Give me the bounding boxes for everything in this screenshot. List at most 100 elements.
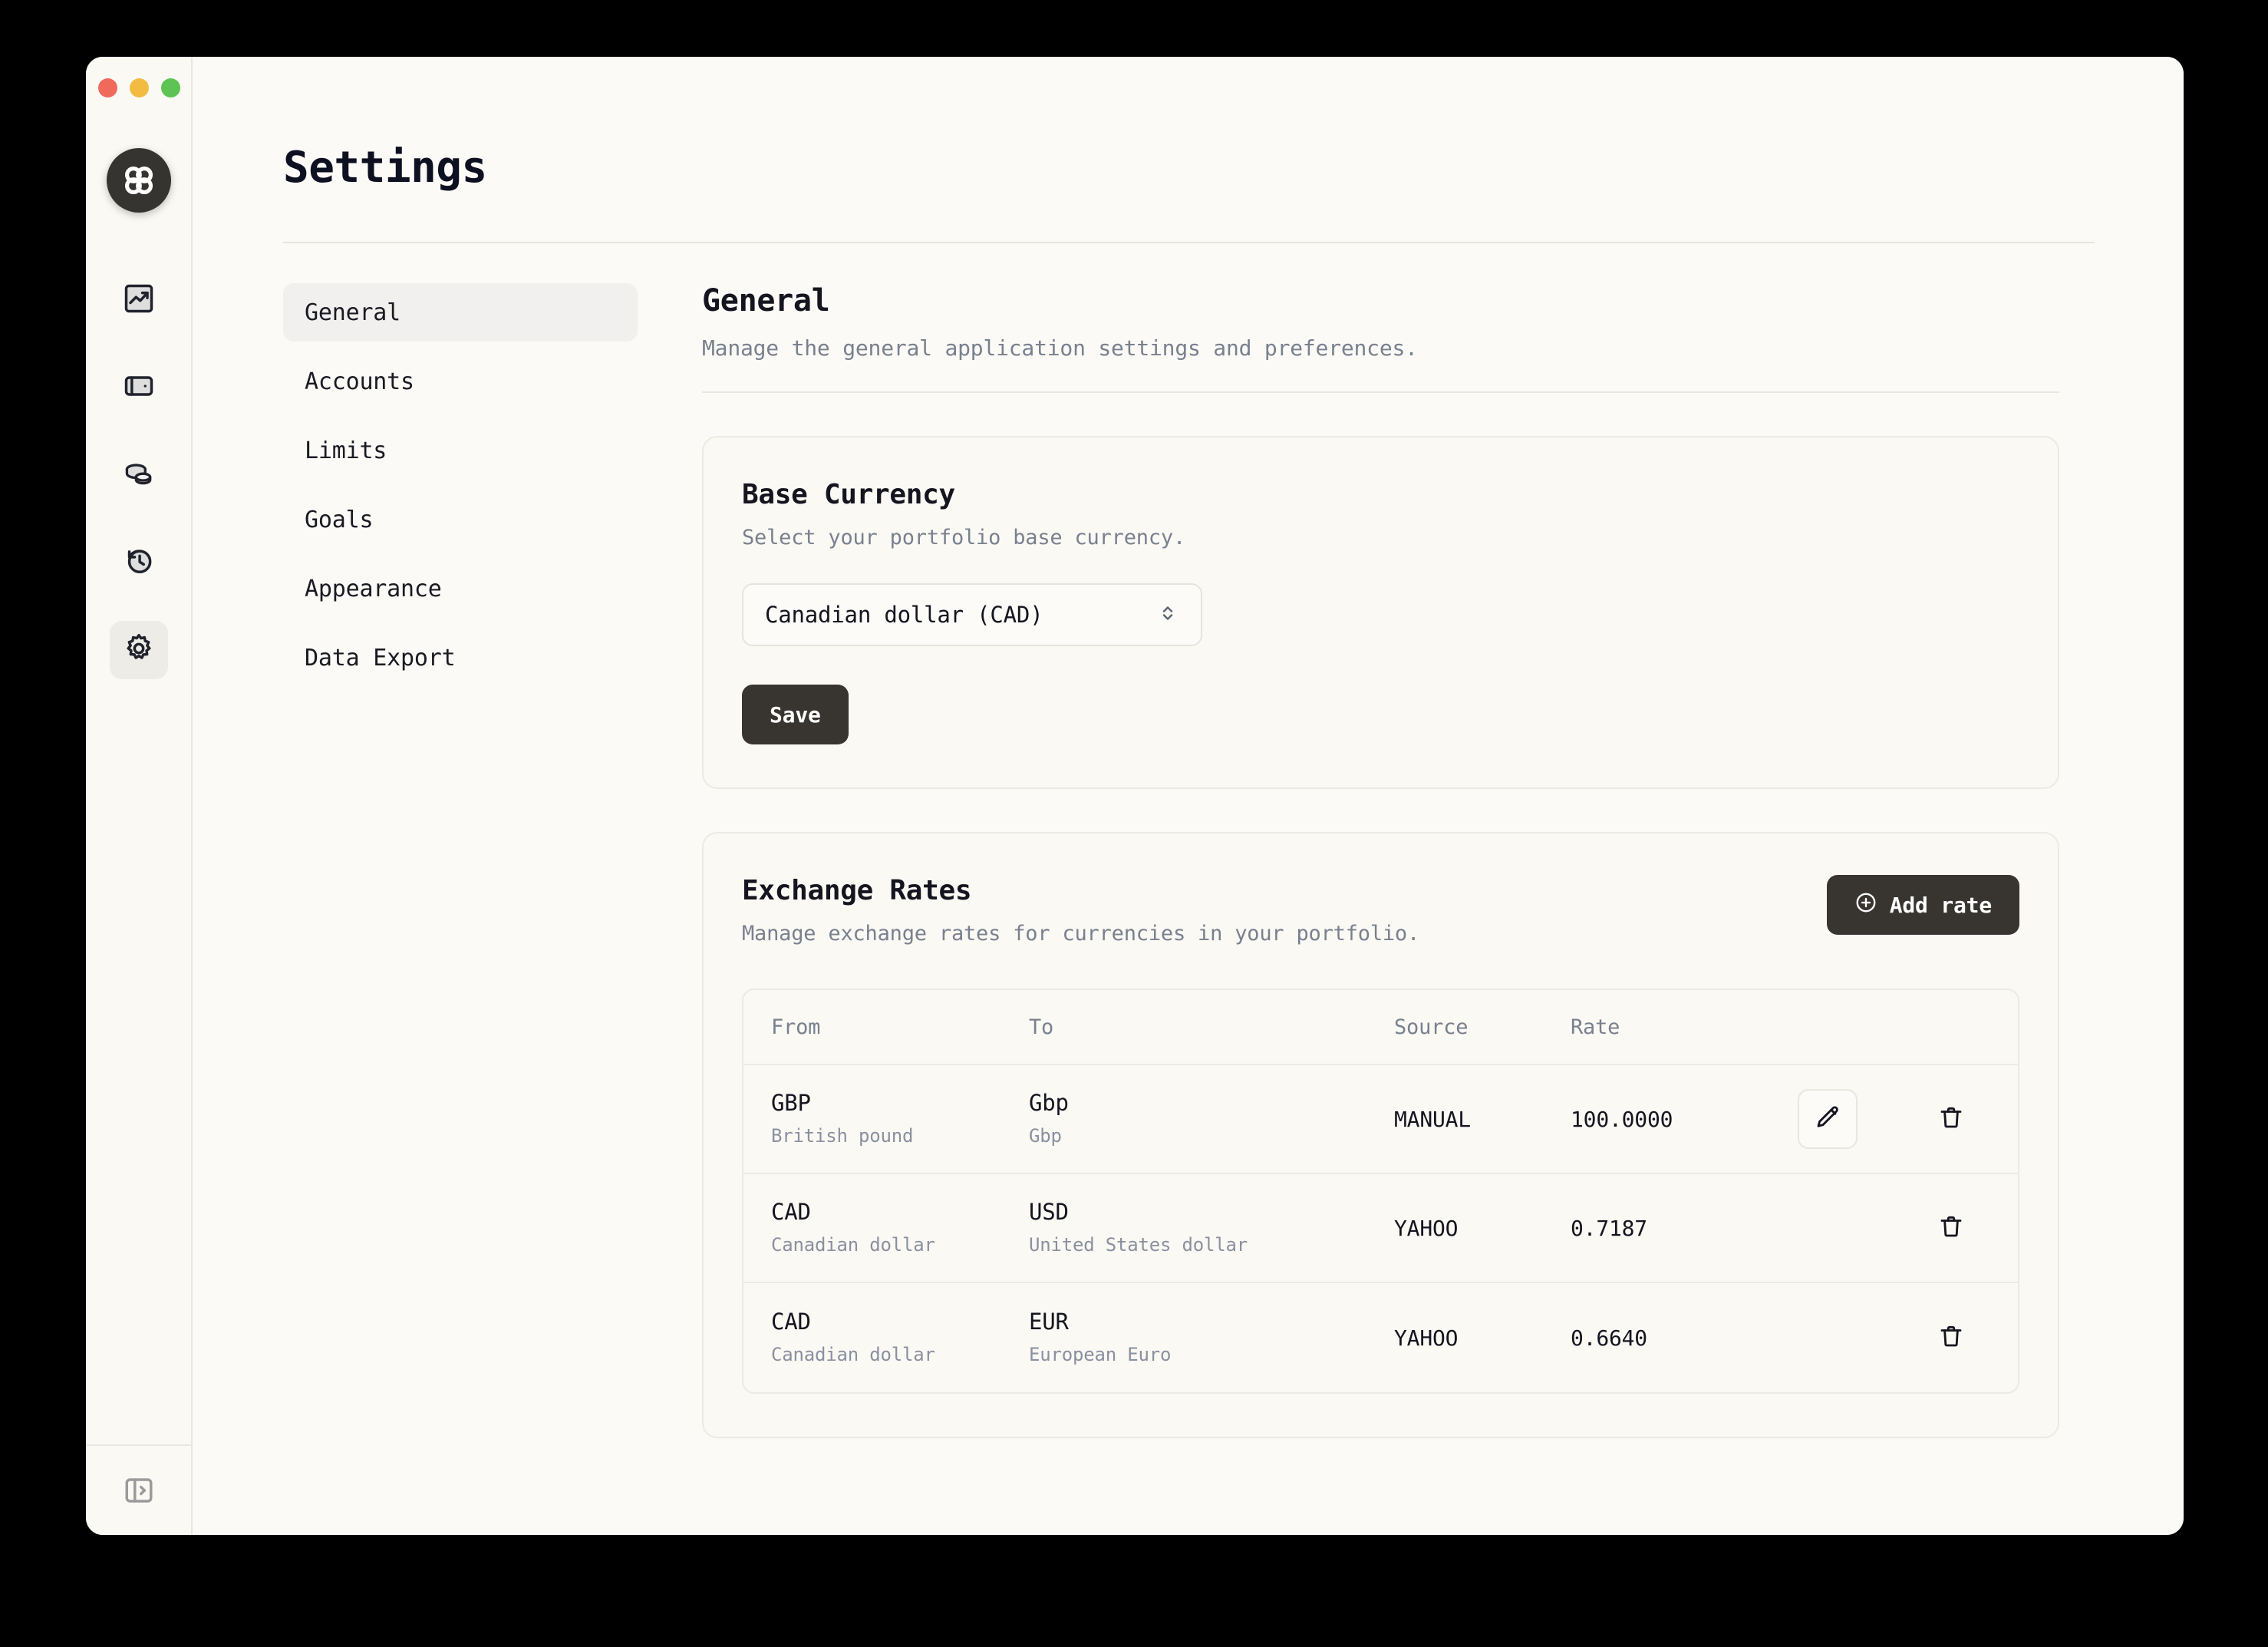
rail-item-settings[interactable] bbox=[109, 621, 168, 679]
exchange-rates-subtitle: Manage exchange rates for currencies in … bbox=[742, 922, 1420, 946]
app-logo-clover-icon[interactable] bbox=[106, 148, 171, 213]
exchange-rates-card: Exchange Rates Manage exchange rates for… bbox=[702, 832, 2059, 1438]
delete-rate-button[interactable] bbox=[1927, 1095, 1975, 1143]
cell-source: MANUAL bbox=[1394, 1106, 1471, 1132]
gear-icon bbox=[122, 632, 156, 668]
chart-line-up-icon bbox=[122, 282, 156, 319]
trash-icon bbox=[1937, 1322, 1965, 1353]
sidebar-item-goals[interactable]: Goals bbox=[283, 490, 638, 549]
from-name: Canadian dollar bbox=[771, 1343, 935, 1365]
page-header: Settings bbox=[193, 57, 2184, 243]
column-header-source: Source bbox=[1394, 1015, 1469, 1039]
exchange-rates-header: Exchange Rates Manage exchange rates for… bbox=[742, 875, 2019, 946]
plus-circle-icon bbox=[1854, 891, 1877, 919]
section-title: General bbox=[702, 283, 830, 319]
cell-source: YAHOO bbox=[1394, 1325, 1459, 1351]
save-button[interactable]: Save bbox=[742, 685, 849, 744]
sidebar-item-data-export[interactable]: Data Export bbox=[283, 629, 638, 687]
traffic-lights bbox=[86, 78, 180, 97]
from-name: British pound bbox=[771, 1124, 914, 1147]
table-row: CAD Canadian dollar USD United States do… bbox=[743, 1174, 2018, 1283]
add-rate-label: Add rate bbox=[1889, 892, 1992, 918]
main-content: Settings General Accounts Limits Goals A… bbox=[193, 57, 2184, 1535]
delete-rate-button[interactable] bbox=[1927, 1204, 1975, 1252]
rail-item-accounts[interactable] bbox=[110, 358, 168, 417]
settings-content: General Manage the general application s… bbox=[638, 283, 2095, 1438]
cell-from: GBP British pound bbox=[743, 1090, 1029, 1147]
trash-icon bbox=[1937, 1104, 1965, 1134]
wallet-icon bbox=[122, 369, 156, 406]
chevron-updown-icon bbox=[1156, 602, 1179, 628]
to-name: United States dollar bbox=[1029, 1233, 1248, 1256]
sidebar-item-appearance[interactable]: Appearance bbox=[283, 559, 638, 618]
section-subtitle: Manage the general application settings … bbox=[702, 335, 1418, 361]
base-currency-select[interactable]: Canadian dollar (CAD) bbox=[742, 583, 1202, 646]
app-window: Settings General Accounts Limits Goals A… bbox=[86, 57, 2184, 1535]
table-row: GBP British pound Gbp Gbp MANUAL 100.000… bbox=[743, 1065, 2018, 1174]
cell-source: YAHOO bbox=[1394, 1215, 1459, 1241]
delete-rate-button[interactable] bbox=[1927, 1314, 1975, 1361]
edit-rate-button[interactable] bbox=[1798, 1089, 1858, 1149]
from-code: CAD bbox=[771, 1199, 811, 1226]
icon-rail bbox=[86, 57, 193, 1535]
cell-rate: 0.7187 bbox=[1571, 1215, 1647, 1241]
exchange-rates-table: From To Source Rate GBP British pound Gb… bbox=[742, 989, 2019, 1394]
base-currency-card: Base Currency Select your portfolio base… bbox=[702, 436, 2059, 789]
cell-delete bbox=[1893, 1314, 2018, 1361]
to-name: Gbp bbox=[1029, 1124, 1062, 1147]
cell-to: EUR European Euro bbox=[1029, 1310, 1394, 1365]
section-divider bbox=[702, 391, 2059, 393]
cell-to: USD United States dollar bbox=[1029, 1199, 1394, 1256]
add-rate-button[interactable]: Add rate bbox=[1826, 875, 2019, 935]
close-window-button[interactable] bbox=[98, 78, 117, 97]
cell-delete bbox=[1893, 1095, 2018, 1143]
to-code: EUR bbox=[1029, 1309, 1069, 1335]
cell-from: CAD Canadian dollar bbox=[743, 1310, 1029, 1365]
rail-item-activity[interactable] bbox=[110, 533, 168, 592]
panel-expand-icon[interactable] bbox=[115, 1467, 163, 1514]
column-header-from: From bbox=[771, 1015, 821, 1039]
cell-from: CAD Canadian dollar bbox=[743, 1199, 1029, 1256]
to-name: European Euro bbox=[1029, 1343, 1172, 1365]
trash-icon bbox=[1937, 1213, 1965, 1243]
body-columns: General Accounts Limits Goals Appearance… bbox=[193, 243, 2184, 1438]
base-currency-subtitle: Select your portfolio base currency. bbox=[742, 526, 1185, 550]
minimize-window-button[interactable] bbox=[130, 78, 149, 97]
sidebar-item-label: Data Export bbox=[305, 644, 456, 672]
page-title: Settings bbox=[283, 143, 487, 193]
coins-icon bbox=[122, 457, 156, 493]
base-currency-title: Base Currency bbox=[742, 479, 955, 510]
column-header-to: To bbox=[1029, 1015, 1054, 1039]
sidebar-item-label: Accounts bbox=[305, 368, 414, 395]
to-code: Gbp bbox=[1029, 1090, 1069, 1117]
from-name: Canadian dollar bbox=[771, 1233, 935, 1256]
table-header-row: From To Source Rate bbox=[743, 990, 2018, 1065]
sidebar-item-label: Appearance bbox=[305, 575, 442, 602]
sidebar-item-label: Limits bbox=[305, 437, 387, 464]
settings-nav: General Accounts Limits Goals Appearance… bbox=[283, 283, 638, 1438]
rail-bottom bbox=[86, 1444, 191, 1535]
exchange-rates-title: Exchange Rates bbox=[742, 875, 972, 906]
table-row: CAD Canadian dollar EUR European Euro YA… bbox=[743, 1283, 2018, 1392]
rail-nav bbox=[109, 271, 168, 679]
to-code: USD bbox=[1029, 1199, 1069, 1226]
sidebar-item-limits[interactable]: Limits bbox=[283, 421, 638, 480]
cell-delete bbox=[1893, 1204, 2018, 1252]
clock-history-icon bbox=[122, 544, 156, 581]
sidebar-item-label: General bbox=[305, 299, 401, 326]
cell-edit bbox=[1762, 1089, 1893, 1149]
rail-item-dashboard[interactable] bbox=[110, 271, 168, 329]
pencil-icon bbox=[1814, 1104, 1841, 1134]
column-header-rate: Rate bbox=[1571, 1015, 1620, 1039]
cell-to: Gbp Gbp bbox=[1029, 1090, 1394, 1147]
sidebar-item-general[interactable]: General bbox=[283, 283, 638, 342]
sidebar-item-accounts[interactable]: Accounts bbox=[283, 352, 638, 411]
from-code: CAD bbox=[771, 1309, 811, 1335]
cell-rate: 0.6640 bbox=[1571, 1325, 1647, 1351]
cell-rate: 100.0000 bbox=[1571, 1106, 1673, 1132]
rail-item-holdings[interactable] bbox=[110, 446, 168, 504]
sidebar-item-label: Goals bbox=[305, 506, 374, 533]
maximize-window-button[interactable] bbox=[161, 78, 180, 97]
base-currency-selected-value: Canadian dollar (CAD) bbox=[765, 602, 1043, 628]
from-code: GBP bbox=[771, 1090, 811, 1117]
